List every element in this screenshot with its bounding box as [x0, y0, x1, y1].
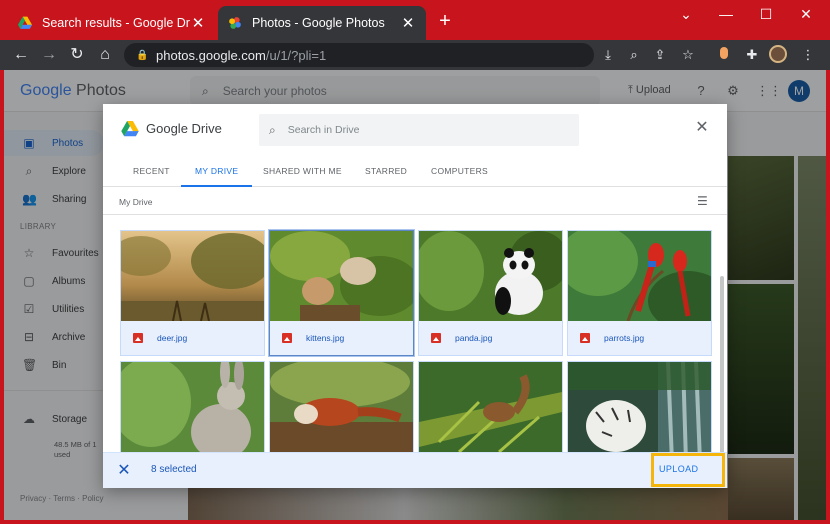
tab-strip: Search results - Google Drive ✕ Photos -…	[0, 0, 830, 40]
breadcrumb[interactable]: My Drive	[119, 197, 153, 207]
close-window-button[interactable]: ✕	[786, 4, 826, 24]
profile-avatar[interactable]	[768, 45, 788, 65]
tab-search-icon[interactable]: ⌄	[666, 4, 706, 24]
file-name: deer.jpg	[157, 333, 188, 343]
file-caption: panda.jpg	[419, 321, 562, 355]
file-tile-squirrel[interactable]	[418, 361, 563, 452]
zoom-icon[interactable]: ⌕	[624, 45, 644, 65]
tab-my-drive[interactable]: MY DRIVE	[181, 162, 253, 187]
reload-icon[interactable]: ↻	[66, 44, 88, 66]
home-icon[interactable]: ⌂	[94, 44, 116, 66]
file-tile-parrots[interactable]: parrots.jpg	[567, 230, 712, 356]
drive-search-input[interactable]: ⌕ Search in Drive	[259, 114, 579, 146]
file-name: parrots.jpg	[604, 333, 645, 343]
red-panda-thumbnail	[270, 362, 413, 452]
image-file-icon	[282, 333, 292, 343]
google-drive-icon	[18, 16, 32, 29]
browser-menu-icon[interactable]: ⋮	[798, 45, 818, 65]
file-caption: deer.jpg	[121, 321, 264, 355]
file-tile-deer[interactable]: deer.jpg	[120, 230, 265, 356]
image-file-icon	[431, 333, 441, 343]
tab-shared-with-me[interactable]: SHARED WITH ME	[263, 162, 342, 187]
kittens-thumbnail	[270, 231, 413, 321]
extensions-puzzle-icon[interactable]: ✚	[742, 45, 762, 65]
file-name: panda.jpg	[455, 333, 493, 343]
google-drive-icon	[121, 121, 139, 137]
parrots-thumbnail	[568, 231, 711, 321]
file-grid: deer.jpg kittens.jpg panda.jpg parrots.j…	[103, 216, 727, 452]
tab-title: Search results - Google Drive	[42, 16, 190, 30]
new-tab-button[interactable]: +	[434, 10, 456, 32]
share-icon[interactable]: ⇪	[650, 45, 670, 65]
lock-icon: 🔒	[136, 49, 149, 61]
tiger-thumbnail	[568, 362, 711, 452]
url-path: /u/1/?pli=1	[265, 47, 327, 63]
url-host: photos.google.com	[156, 47, 266, 63]
rabbit-thumbnail	[121, 362, 264, 452]
file-caption: kittens.jpg	[270, 321, 413, 355]
tab-recent[interactable]: RECENT	[133, 162, 170, 187]
image-file-icon	[580, 333, 590, 343]
selection-footer: ✕ 8 selected	[103, 452, 727, 488]
file-tile-kittens[interactable]: kittens.jpg	[269, 230, 414, 356]
tab-drive-search[interactable]: Search results - Google Drive ✕	[8, 6, 216, 40]
tab-close-icon[interactable]: ✕	[190, 14, 206, 32]
dialog-title: Google Drive	[146, 121, 222, 136]
tab-close-icon[interactable]: ✕	[400, 14, 416, 32]
file-tile-red-panda[interactable]	[269, 361, 414, 452]
tab-title: Photos - Google Photos	[252, 16, 385, 30]
maximize-button[interactable]: ☐	[746, 4, 786, 24]
scrollbar-thumb[interactable]	[720, 276, 724, 456]
panda-thumbnail	[419, 231, 562, 321]
clear-selection-icon[interactable]: ✕	[115, 462, 133, 480]
extension-icon[interactable]	[714, 45, 734, 65]
file-tile-rabbit[interactable]	[120, 361, 265, 452]
picker-tabs: RECENT MY DRIVE SHARED WITH ME STARRED C…	[103, 162, 727, 187]
search-icon: ⌕	[269, 122, 276, 137]
bookmark-star-icon[interactable]: ☆	[678, 45, 698, 65]
upload-button[interactable]: UPLOAD	[659, 464, 698, 474]
squirrel-thumbnail	[419, 362, 562, 452]
address-bar[interactable]: 🔒 photos.google.com /u/1/?pli=1	[124, 43, 594, 67]
file-tile-tiger[interactable]	[567, 361, 712, 452]
tab-google-photos[interactable]: Photos - Google Photos ✕	[218, 6, 426, 40]
minimize-button[interactable]: —	[706, 4, 746, 24]
divider	[103, 214, 727, 215]
list-view-icon[interactable]: ☰	[697, 195, 711, 207]
browser-toolbar: ← → ↻ ⌂ 🔒 photos.google.com /u/1/?pli=1 …	[0, 40, 830, 70]
google-photos-icon	[229, 17, 241, 29]
install-app-icon[interactable]: ⤓	[598, 45, 618, 65]
forward-icon[interactable]: →	[38, 44, 60, 66]
drive-search-placeholder: Search in Drive	[287, 124, 360, 136]
image-file-icon	[133, 333, 143, 343]
deer-thumbnail	[121, 231, 264, 321]
tab-starred[interactable]: STARRED	[365, 162, 407, 187]
file-caption: parrots.jpg	[568, 321, 711, 355]
drive-picker-dialog: Google Drive ⌕ Search in Drive ✕ RECENT …	[103, 104, 727, 488]
tab-computers[interactable]: COMPUTERS	[431, 162, 488, 187]
file-name: kittens.jpg	[306, 333, 345, 343]
close-icon[interactable]: ✕	[693, 119, 711, 137]
back-icon[interactable]: ←	[10, 44, 32, 66]
selected-count: 8 selected	[151, 464, 197, 475]
file-tile-panda[interactable]: panda.jpg	[418, 230, 563, 356]
